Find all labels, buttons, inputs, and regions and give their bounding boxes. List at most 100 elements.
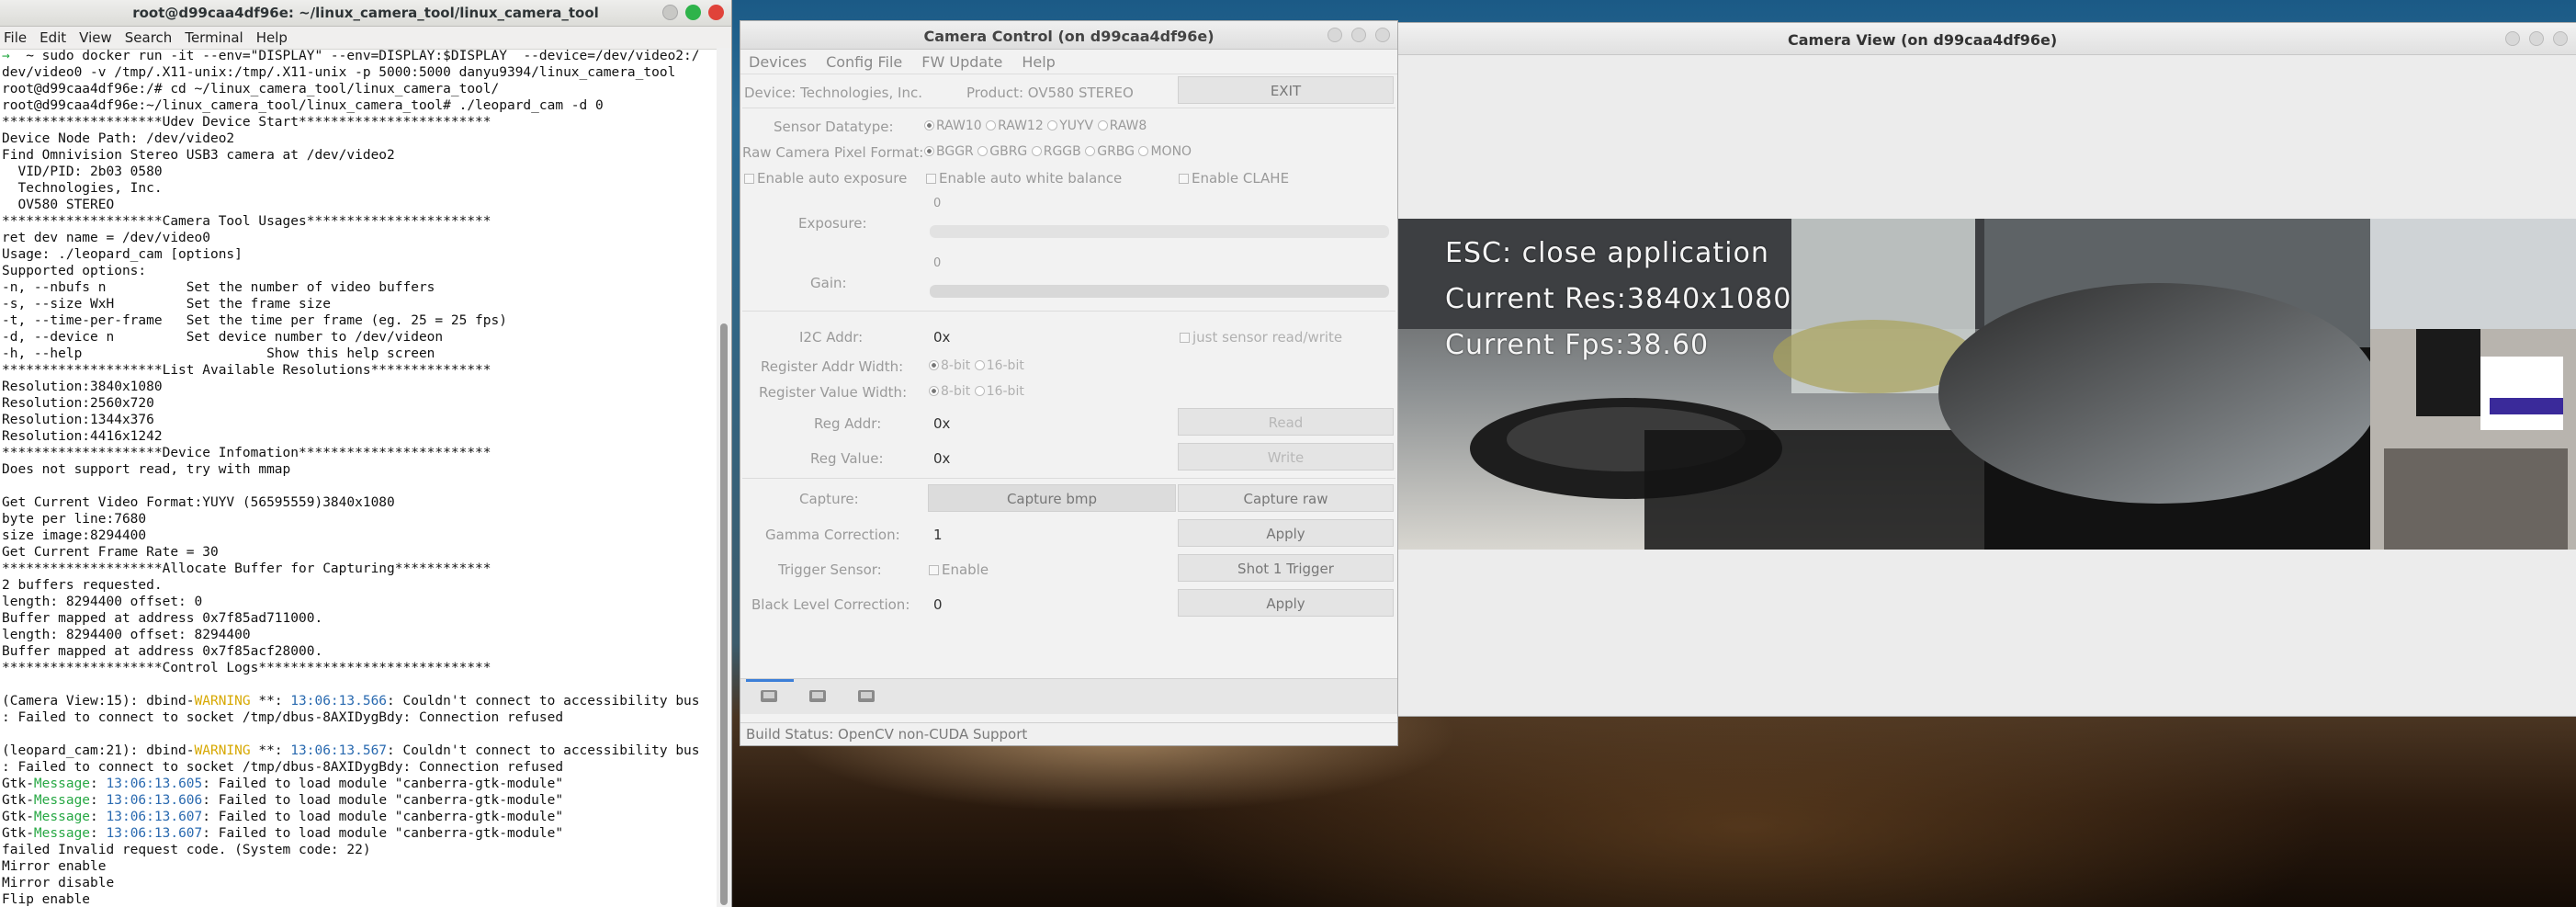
close-button[interactable]: [708, 5, 724, 20]
terminal-line: Get Current Video Format:YUYV (56595559)…: [2, 494, 717, 511]
menu-devices[interactable]: Devices: [749, 53, 807, 71]
minimize-button[interactable]: [2505, 31, 2520, 46]
terminal-text: -d, --device n Set device number to /dev…: [2, 330, 444, 345]
terminal-text: ret dev name = /dev/video0: [2, 231, 210, 245]
terminal-titlebar[interactable]: root@d99caa4df96e: ~/linux_camera_tool/l…: [0, 0, 731, 27]
radio-mono[interactable]: MONO: [1138, 144, 1192, 159]
menu-terminal[interactable]: Terminal: [185, 29, 252, 46]
build-status-bar: Build Status: OpenCV non-CUDA Support: [740, 722, 1397, 745]
capture-raw-button[interactable]: Capture raw: [1178, 484, 1394, 512]
shot-trigger-button[interactable]: Shot 1 Trigger: [1178, 554, 1394, 582]
terminal-line: OV580 STEREO: [2, 197, 717, 213]
menu-edit[interactable]: Edit: [40, 29, 75, 46]
terminal-text: -n, --nbufs n Set the number of video bu…: [2, 280, 435, 295]
terminal-text: (Camera View:15): dbind-: [2, 694, 195, 709]
terminal-line: Gtk-Message: 13:06:13.607: Failed to loa…: [2, 809, 717, 825]
terminal-scrollbar[interactable]: [717, 48, 731, 907]
radio-raw12[interactable]: RAW12: [986, 119, 1044, 133]
radio-raw8-label: RAW8: [1109, 119, 1147, 133]
terminal-text: **:: [250, 743, 291, 758]
tab-icon-2[interactable]: [809, 690, 826, 702]
terminal-line: Get Current Frame Rate = 30: [2, 544, 717, 561]
terminal-text: WARNING: [194, 743, 251, 758]
reg-value-label: Reg Value:: [810, 450, 884, 467]
terminal-line: Does not support read, try with mmap: [2, 461, 717, 478]
terminal-text: Message: [33, 826, 91, 841]
terminal-text: Flip enable: [2, 892, 91, 907]
terminal-output[interactable]: → ~ sudo docker run -it --env="DISPLAY" …: [0, 48, 717, 907]
terminal-text: length: 8294400 offset: 8294400: [2, 628, 251, 642]
radio-gbrg[interactable]: GBRG: [977, 144, 1027, 159]
terminal-line: -n, --nbufs n Set the number of video bu…: [2, 279, 717, 296]
terminal-line: ret dev name = /dev/video0: [2, 230, 717, 246]
terminal-text: Resolution:1344x376: [2, 413, 154, 427]
menu-help[interactable]: Help: [1022, 53, 1055, 71]
maximize-button[interactable]: [1351, 28, 1366, 42]
terminal-text: **:: [250, 694, 291, 709]
terminal-line: (Camera View:15): dbind-WARNING **: 13:0…: [2, 693, 717, 709]
gamma-field[interactable]: 1: [933, 527, 943, 543]
menu-fw-update[interactable]: FW Update: [921, 53, 1002, 71]
minimize-button[interactable]: [662, 5, 678, 20]
black-level-apply-button[interactable]: Apply: [1178, 589, 1394, 617]
camera-control-window[interactable]: Camera Control (on d99caa4df96e) Devices…: [740, 20, 1398, 746]
menu-file[interactable]: File: [4, 29, 36, 46]
maximize-button[interactable]: [2529, 31, 2544, 46]
read-button[interactable]: Read: [1178, 408, 1394, 436]
gamma-apply-button[interactable]: Apply: [1178, 519, 1394, 547]
terminal-text: Gtk-: [2, 826, 34, 841]
gain-label: Gain:: [810, 275, 847, 291]
maximize-button[interactable]: [685, 5, 701, 20]
divider: [742, 311, 1395, 312]
radio-grbg[interactable]: GRBG: [1085, 144, 1135, 159]
radio-raw8[interactable]: RAW8: [1097, 119, 1147, 133]
radio-raw10-label: RAW10: [936, 119, 982, 133]
exit-button[interactable]: EXIT: [1178, 76, 1394, 104]
just-sensor-checkbox[interactable]: just sensor read/write: [1180, 329, 1342, 346]
radio-value-16bit[interactable]: 16-bit: [974, 384, 1024, 399]
radio-rggb[interactable]: RGGB: [1031, 144, 1081, 159]
reg-value-field[interactable]: 0x: [933, 450, 950, 467]
i2c-addr-field[interactable]: 0x: [933, 329, 950, 346]
terminal-window[interactable]: root@d99caa4df96e: ~/linux_camera_tool/l…: [0, 0, 732, 907]
close-button[interactable]: [1375, 28, 1390, 42]
trigger-sensor-label: Trigger Sensor:: [778, 561, 882, 578]
terminal-line: : Failed to connect to socket /tmp/dbus-…: [2, 709, 717, 726]
terminal-text: 13:06:13.567: [290, 743, 388, 758]
radio-yuyv[interactable]: YUYV: [1047, 119, 1093, 133]
auto-exposure-checkbox[interactable]: Enable auto exposure: [744, 170, 907, 187]
terminal-line: Technologies, Inc.: [2, 180, 717, 197]
minimize-button[interactable]: [1328, 28, 1342, 42]
close-button[interactable]: [2553, 31, 2568, 46]
capture-bmp-button[interactable]: Capture bmp: [928, 484, 1176, 512]
terminal-text: :: [90, 810, 107, 824]
terminal-text: :: [90, 777, 107, 791]
trigger-enable-checkbox[interactable]: Enable: [929, 561, 989, 578]
camera-view-titlebar[interactable]: Camera View (on d99caa4df96e): [1393, 23, 2576, 55]
reg-addr-field[interactable]: 0x: [933, 415, 950, 432]
menu-view[interactable]: View: [79, 29, 121, 46]
radio-bggr[interactable]: BGGR: [924, 144, 974, 159]
gain-slider[interactable]: [930, 285, 1389, 298]
menu-config-file[interactable]: Config File: [826, 53, 902, 71]
camera-control-titlebar[interactable]: Camera Control (on d99caa4df96e): [740, 21, 1397, 50]
radio-raw10[interactable]: RAW10: [924, 119, 982, 133]
menu-search[interactable]: Search: [125, 29, 182, 46]
tab-icon-1[interactable]: [761, 690, 777, 702]
terminal-text: -s, --size WxH Set the frame size: [2, 297, 331, 312]
radio-value-8bit[interactable]: 8-bit: [929, 384, 970, 399]
write-button[interactable]: Write: [1178, 443, 1394, 471]
terminal-line: : Failed to connect to socket /tmp/dbus-…: [2, 759, 717, 776]
radio-addr-16bit[interactable]: 16-bit: [974, 358, 1024, 373]
exposure-slider[interactable]: [930, 225, 1389, 238]
tab-icon-3[interactable]: [858, 690, 875, 702]
scrollbar-thumb[interactable]: [720, 323, 728, 905]
menu-help[interactable]: Help: [256, 29, 297, 46]
auto-white-balance-checkbox[interactable]: Enable auto white balance: [926, 170, 1122, 187]
terminal-menubar: File Edit View Search Terminal Help: [0, 27, 731, 50]
black-level-field[interactable]: 0: [933, 596, 943, 613]
terminal-text: -h, --help Show this help screen: [2, 346, 435, 361]
terminal-line: Supported options:: [2, 263, 717, 279]
clahe-checkbox[interactable]: Enable CLAHE: [1179, 170, 1289, 187]
radio-addr-8bit[interactable]: 8-bit: [929, 358, 970, 373]
